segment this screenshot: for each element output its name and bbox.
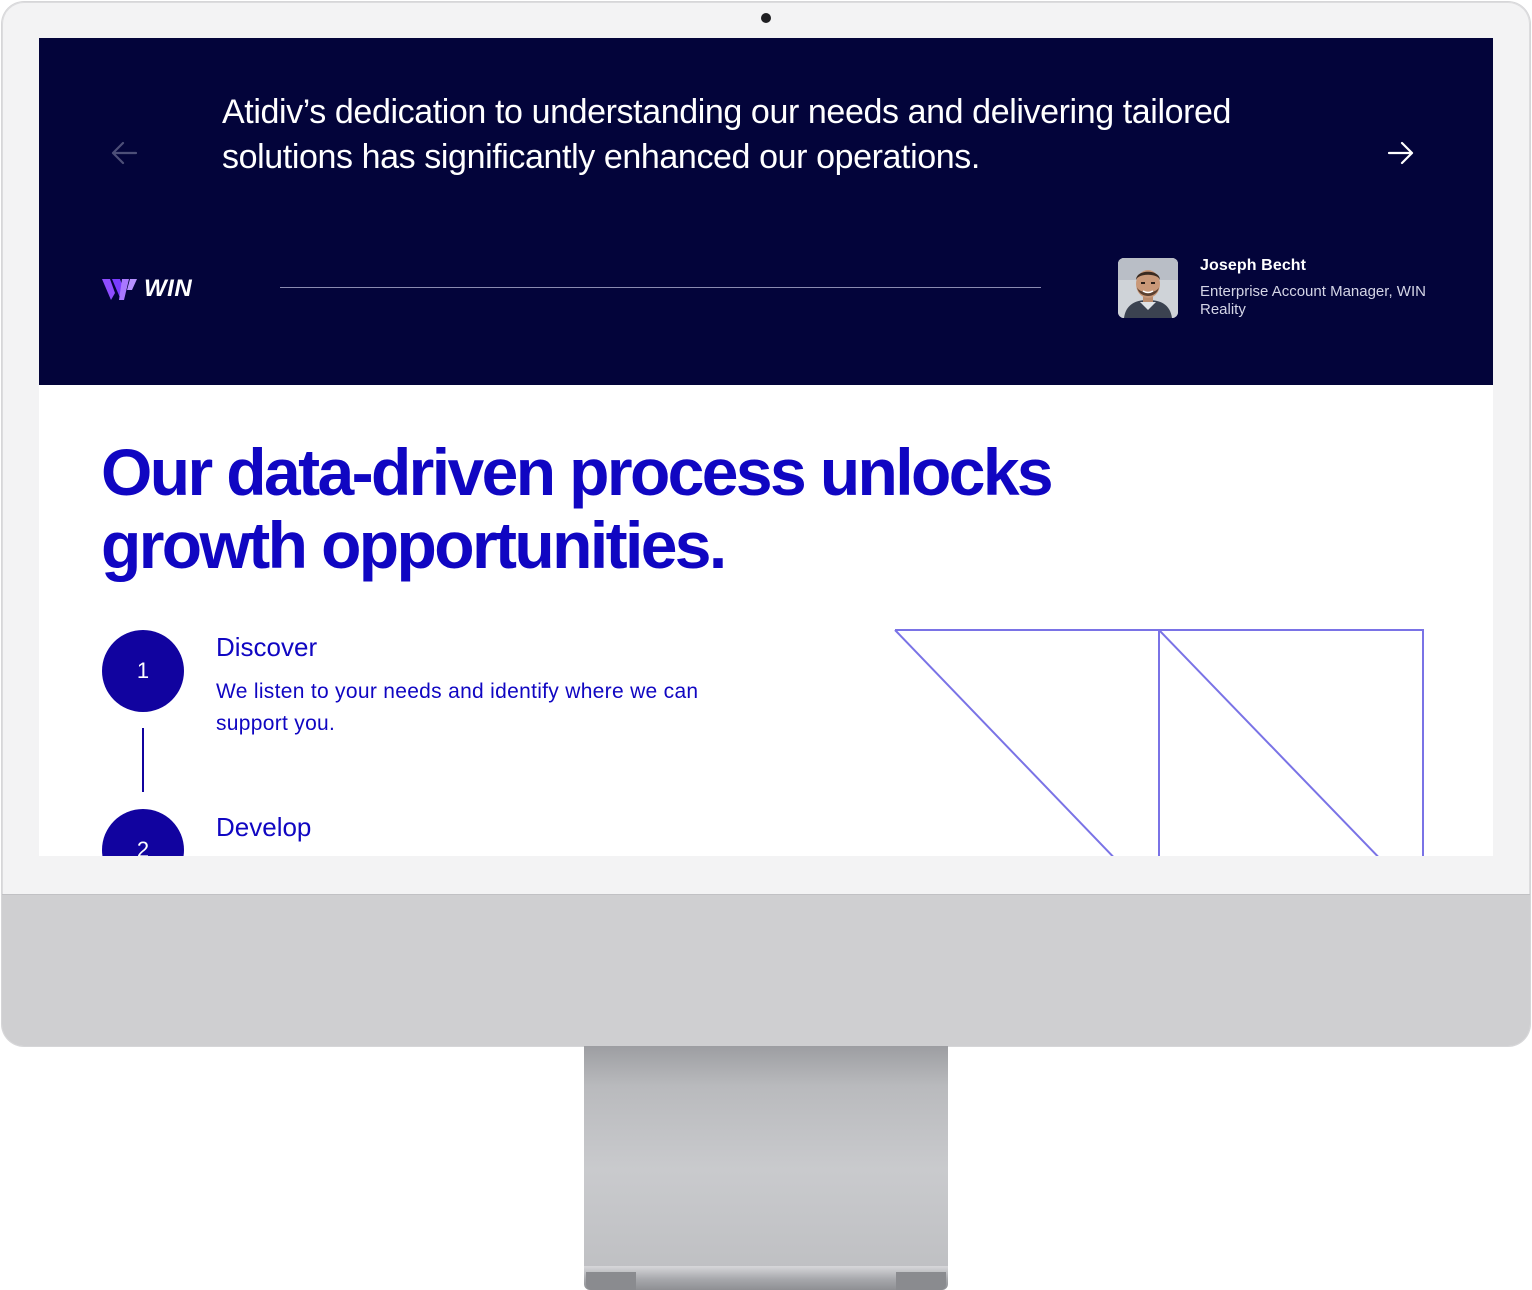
prev-testimonial-button[interactable] (107, 136, 141, 170)
brand-logo: WIN (102, 274, 192, 304)
testimonial-quote: Atidiv’s dedication to understanding our… (222, 93, 1232, 176)
process-heading: Our data-driven process unlocks growth o… (101, 435, 1054, 582)
step-number-badge: 2 (102, 809, 184, 856)
step-title: Discover (216, 632, 318, 662)
win-logo-icon (102, 279, 137, 300)
screen: Atidiv’s dedication to understanding our… (39, 38, 1493, 856)
arrow-right-icon (1387, 141, 1414, 165)
monitor-stand (584, 1046, 948, 1270)
author-name: Joseph Becht (1200, 257, 1307, 274)
webcam-icon (761, 13, 771, 23)
step-description: We listen to your needs and identify whe… (216, 680, 699, 735)
stand-foot (586, 1272, 636, 1290)
step-number-badge: 1 (102, 630, 184, 712)
next-testimonial-button[interactable] (1384, 136, 1418, 170)
avatar (1118, 258, 1178, 318)
stand-foot (896, 1272, 946, 1290)
step-connector (142, 728, 144, 792)
testimonial-section: Atidiv’s dedication to understanding our… (39, 38, 1493, 385)
monitor-chin (2, 894, 1530, 1046)
arrow-left-icon (111, 141, 138, 165)
author-role: Enterprise Account Manager, WIN Reality (1200, 283, 1426, 318)
monitor-stand-base (584, 1266, 948, 1290)
testimonial-divider (280, 287, 1041, 288)
brand-name: WIN (144, 275, 193, 302)
decorative-line-art (894, 629, 1424, 856)
step-title: Develop (216, 812, 312, 842)
